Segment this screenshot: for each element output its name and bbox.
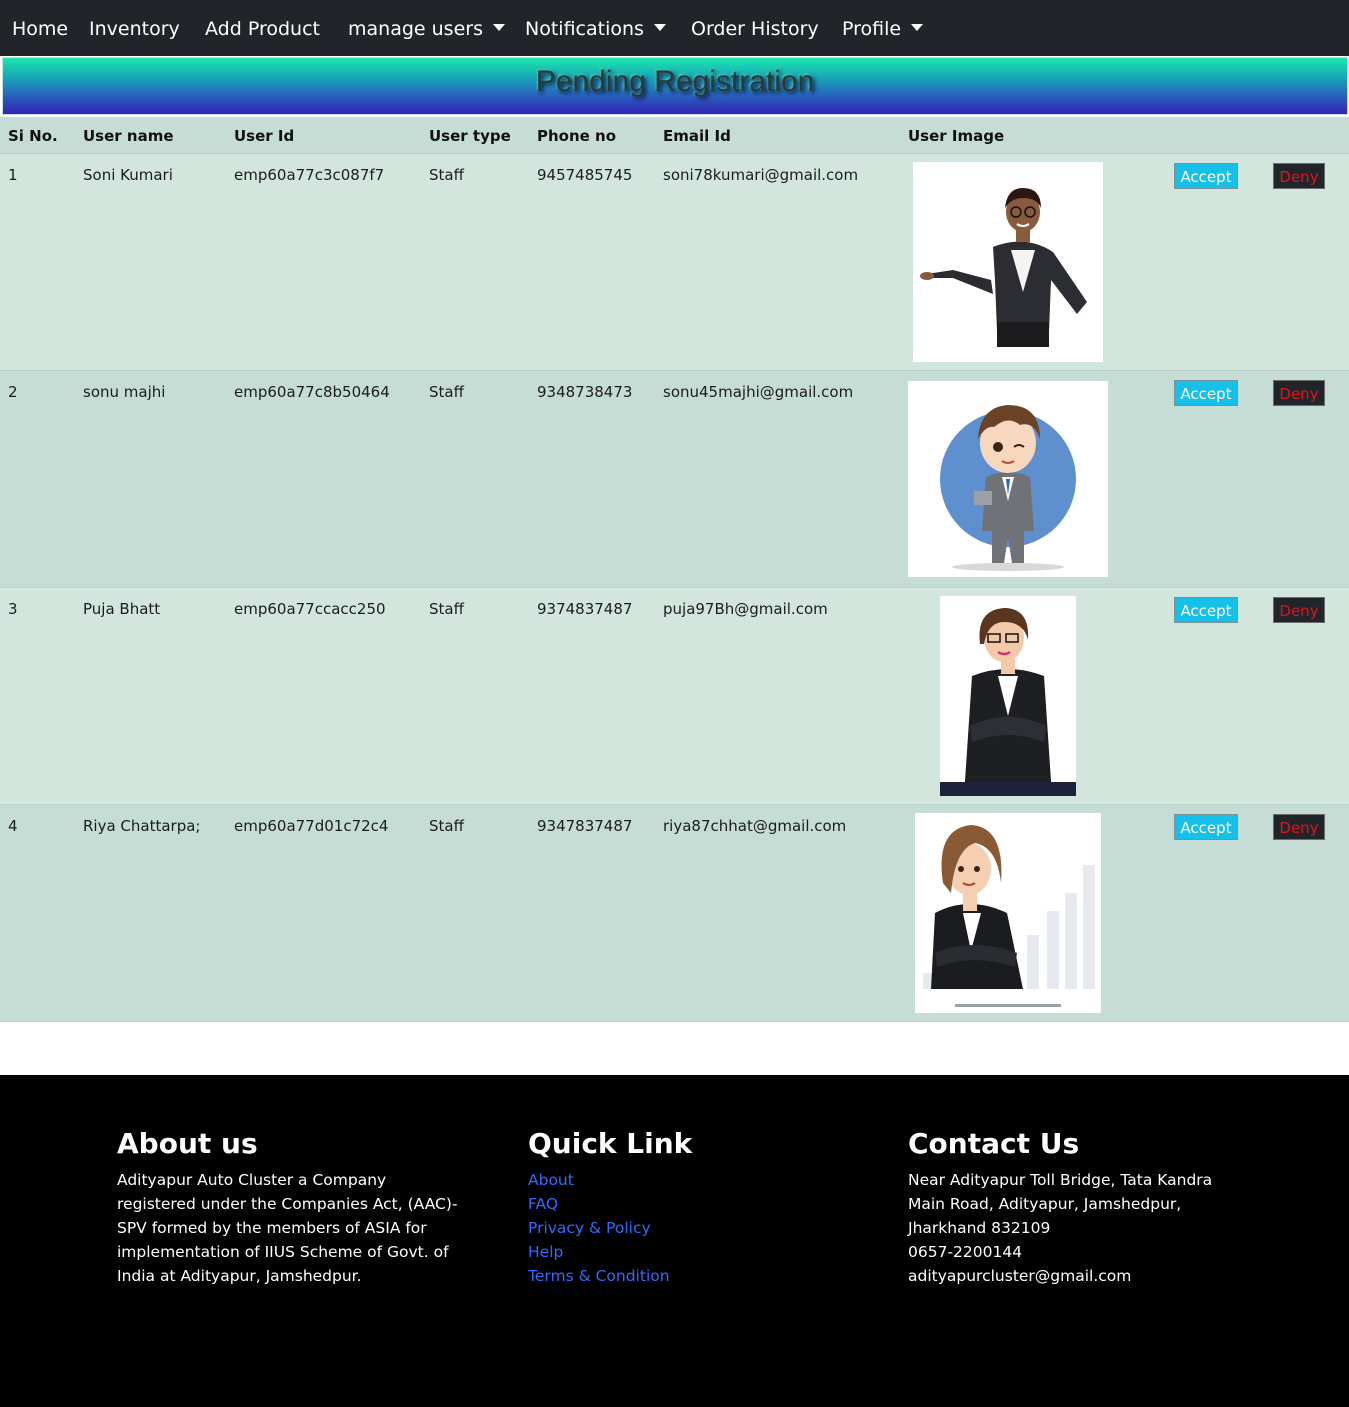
nav-order-history[interactable]: Order History [691, 0, 819, 56]
footer-about-text: Adityapur Auto Cluster a Company registe… [117, 1171, 458, 1285]
cell-phone: 9347837487 [537, 817, 633, 835]
deny-button[interactable]: Deny [1273, 814, 1325, 840]
cell-user-type: Staff [429, 817, 464, 835]
cell-phone: 9348738473 [537, 383, 633, 401]
cell-sno: 4 [8, 817, 18, 835]
accept-button[interactable]: Accept [1174, 814, 1238, 840]
cell-email: puja97Bh@gmail.com [663, 600, 828, 618]
footer-link-terms[interactable]: Terms & Condition [528, 1264, 670, 1288]
cell-phone: 9374837487 [537, 600, 633, 618]
cell-email: soni78kumari@gmail.com [663, 166, 859, 184]
nav-home[interactable]: Home [12, 0, 68, 56]
table-header: Si No. User name User Id User type Phone… [0, 117, 1349, 154]
user-image [913, 162, 1103, 362]
chevron-down-icon [911, 24, 924, 31]
footer-link-about[interactable]: About [528, 1168, 670, 1192]
header-email: Email Id [663, 127, 731, 145]
footer-contact-title: Contact Us [908, 1127, 1080, 1160]
cell-sno: 3 [8, 600, 18, 618]
accept-button[interactable]: Accept [1174, 163, 1238, 189]
businessman-avatar-icon [940, 405, 1076, 571]
header-user-type: User type [429, 127, 511, 145]
businesswoman-avatar-icon [915, 825, 1101, 1013]
user-image [915, 813, 1101, 1013]
nav-manage-users-label: manage users [348, 18, 483, 40]
footer-quick-link-title: Quick Link [528, 1127, 693, 1160]
footer: About us Adityapur Auto Cluster a Compan… [0, 1075, 1349, 1407]
top-navbar: Home Inventory Add Product manage users … [0, 0, 1349, 56]
cell-user-name: Soni Kumari [83, 166, 173, 184]
cell-user-name: Riya Chattarpa; [83, 817, 201, 835]
nav-profile-label: Profile [842, 18, 902, 40]
cell-user-type: Staff [429, 600, 464, 618]
footer-link-privacy[interactable]: Privacy & Policy [528, 1216, 670, 1240]
nav-profile-dropdown[interactable]: Profile [842, 0, 924, 56]
nav-inventory[interactable]: Inventory [89, 0, 180, 56]
user-image [940, 596, 1076, 796]
page-banner: Pending Registration [2, 57, 1348, 115]
nav-notifications-dropdown[interactable]: Notifications [525, 0, 666, 56]
businesswoman-avatar-icon [920, 188, 1087, 347]
footer-email: adityapurcluster@gmail.com [908, 1267, 1132, 1285]
footer-phone: 0657-2200144 [908, 1243, 1023, 1261]
cell-user-id: emp60a77d01c72c4 [234, 817, 389, 835]
cell-sno: 1 [8, 166, 18, 184]
footer-about-title: About us [117, 1127, 258, 1160]
chevron-down-icon [653, 24, 666, 31]
header-user-id: User Id [234, 127, 295, 145]
cell-email: sonu45majhi@gmail.com [663, 383, 854, 401]
table-row: 1 Soni Kumari emp60a77c3c087f7 Staff 945… [0, 154, 1349, 371]
cell-user-type: Staff [429, 383, 464, 401]
chevron-down-icon [492, 24, 505, 31]
header-sno: Si No. [8, 127, 58, 145]
deny-button[interactable]: Deny [1273, 163, 1325, 189]
businesswoman-avatar-icon [940, 608, 1076, 796]
cell-email: riya87chhat@gmail.com [663, 817, 847, 835]
nav-manage-users-dropdown[interactable]: manage users [348, 0, 505, 56]
cell-user-type: Staff [429, 166, 464, 184]
cell-user-name: sonu majhi [83, 383, 166, 401]
nav-add-product[interactable]: Add Product [205, 0, 320, 56]
header-phone: Phone no [537, 127, 617, 145]
cell-user-id: emp60a77c3c087f7 [234, 166, 385, 184]
nav-notifications-label: Notifications [525, 18, 644, 40]
deny-button[interactable]: Deny [1273, 380, 1325, 406]
cell-user-name: Puja Bhatt [83, 600, 161, 618]
footer-quick-links: About FAQ Privacy & Policy Help Terms & … [528, 1168, 670, 1288]
cell-phone: 9457485745 [537, 166, 633, 184]
footer-address: Near Adityapur Toll Bridge, Tata Kandra … [908, 1171, 1213, 1237]
footer-contact-block: Near Adityapur Toll Bridge, Tata Kandra … [908, 1168, 1238, 1288]
table-row: 3 Puja Bhatt emp60a77ccacc250 Staff 9374… [0, 588, 1349, 805]
table-row: 2 sonu majhi emp60a77c8b50464 Staff 9348… [0, 371, 1349, 588]
cell-user-id: emp60a77c8b50464 [234, 383, 390, 401]
user-image [908, 381, 1108, 577]
header-user-image: User Image [908, 127, 1005, 145]
page-title: Pending Registration [535, 65, 815, 98]
accept-button[interactable]: Accept [1174, 597, 1238, 623]
table-row: 4 Riya Chattarpa; emp60a77d01c72c4 Staff… [0, 805, 1349, 1022]
header-user-name: User name [83, 127, 174, 145]
cell-user-id: emp60a77ccacc250 [234, 600, 386, 618]
footer-link-help[interactable]: Help [528, 1240, 670, 1264]
accept-button[interactable]: Accept [1174, 380, 1238, 406]
footer-link-faq[interactable]: FAQ [528, 1192, 670, 1216]
deny-button[interactable]: Deny [1273, 597, 1325, 623]
cell-sno: 2 [8, 383, 18, 401]
